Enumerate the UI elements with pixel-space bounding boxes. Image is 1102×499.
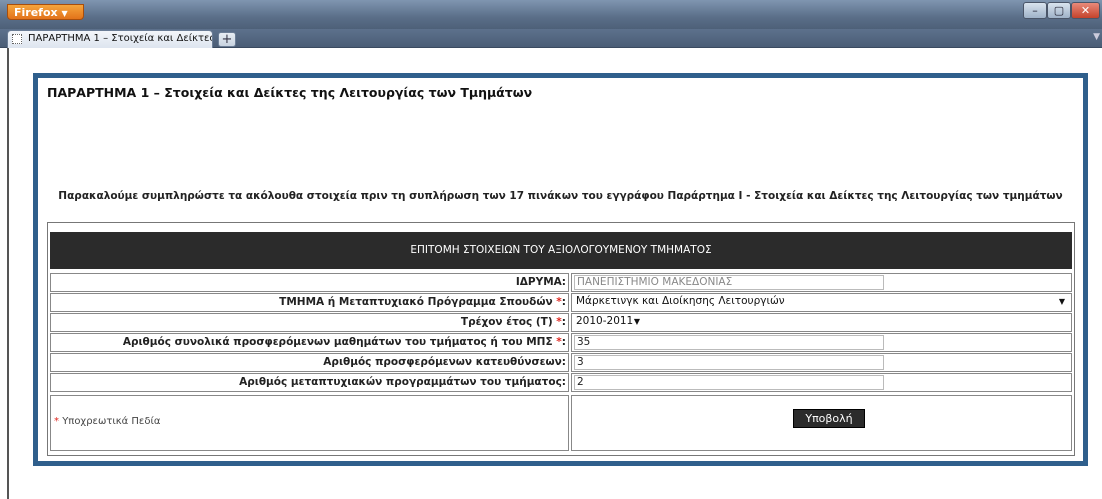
required-asterisk: * bbox=[54, 416, 59, 427]
close-window-button[interactable]: ✕ bbox=[1071, 2, 1100, 19]
firefox-menu-button[interactable]: Firefox ▼ bbox=[7, 4, 84, 20]
required-note: * Υποχρεωτικά Πεδία bbox=[50, 395, 569, 451]
submit-button[interactable]: Υποβολή bbox=[793, 409, 865, 428]
chevron-down-icon: ▼ bbox=[61, 9, 68, 18]
new-tab-button[interactable]: + bbox=[218, 32, 236, 47]
department-cell: Μάρκετινγκ και Διοίκησης Λειτουργιών ▼ bbox=[571, 293, 1072, 312]
courses-input[interactable]: 35 bbox=[574, 335, 884, 350]
plus-icon: + bbox=[221, 32, 233, 47]
tab-title: ΠΑΡΑΡΤΗΜΑ 1 – Στοιχεία και Δείκτες τ... bbox=[28, 33, 213, 44]
maximize-icon: ▢ bbox=[1053, 4, 1065, 17]
year-label-text: Τρέχον έτος (Τ) bbox=[460, 316, 553, 328]
page-frame: ΠΑΡΑΡΤΗΜΑ 1 – Στοιχεία και Δείκτες της Λ… bbox=[33, 73, 1088, 466]
label-colon: : bbox=[561, 316, 566, 328]
left-divider bbox=[7, 48, 9, 499]
label-colon: : bbox=[561, 336, 566, 348]
form-row-directions: Αριθμός προσφερόμενων κατευθύνσεων: 3 bbox=[50, 353, 1072, 372]
postgrad-label: Αριθμός μεταπτυχιακών προγραμμάτων του τ… bbox=[50, 373, 569, 392]
intro-text: Παρακαλούμε συμπληρώστε τα ακόλουθα στοι… bbox=[58, 190, 1063, 202]
institution-field: ΠΑΝΕΠΙΣΤΗΜΙΟ ΜΑΚΕΔΟΝΙΑΣ bbox=[574, 275, 884, 290]
form-table: ΕΠΙΤΟΜΗ ΣΤΟΙΧΕΙΩΝ ΤΟΥ ΑΞΙΟΛΟΓΟΥΜΕΝΟΥ ΤΜΗ… bbox=[47, 222, 1075, 456]
page-title: ΠΑΡΑΡΤΗΜΑ 1 – Στοιχεία και Δείκτες της Λ… bbox=[47, 85, 533, 100]
chevron-down-icon: ▼ bbox=[633, 317, 640, 326]
postgrad-cell: 2 bbox=[571, 373, 1072, 392]
page-panel: ΠΑΡΑΡΤΗΜΑ 1 – Στοιχεία και Δείκτες της Λ… bbox=[38, 78, 1083, 461]
department-label-text: ΤΜΗΜΑ ή Μεταπτυχιακό Πρόγραμμα Σπουδών bbox=[279, 296, 553, 308]
year-cell: 2010-2011 ▼ bbox=[571, 313, 1072, 332]
directions-label-text: Αριθμός προσφερόμενων κατευθύνσεων: bbox=[323, 356, 566, 368]
form-row-year: Τρέχον έτος (Τ) *: 2010-2011 ▼ bbox=[50, 313, 1072, 332]
required-note-text: Υποχρεωτικά Πεδία bbox=[62, 416, 161, 427]
courses-label: Αριθμός συνολικά προσφερόμενων μαθημάτων… bbox=[50, 333, 569, 352]
maximize-button[interactable]: ▢ bbox=[1047, 2, 1071, 19]
year-select-value: 2010-2011 bbox=[576, 315, 634, 327]
form-footer-row: * Υποχρεωτικά Πεδία Υποβολή bbox=[50, 395, 1072, 451]
tab-strip: ΠΑΡΑΡΤΗΜΑ 1 – Στοιχεία και Δείκτες τ... … bbox=[0, 29, 1102, 48]
postgrad-input[interactable]: 2 bbox=[574, 375, 884, 390]
minimize-icon: – bbox=[1032, 4, 1038, 17]
directions-label: Αριθμός προσφερόμενων κατευθύνσεων: bbox=[50, 353, 569, 372]
institution-cell: ΠΑΝΕΠΙΣΤΗΜΙΟ ΜΑΚΕΔΟΝΙΑΣ bbox=[571, 273, 1072, 292]
close-icon: ✕ bbox=[1080, 4, 1091, 17]
courses-label-text: Αριθμός συνολικά προσφερόμενων μαθημάτων… bbox=[122, 336, 553, 348]
firefox-menu-label: Firefox bbox=[14, 6, 58, 19]
directions-cell: 3 bbox=[571, 353, 1072, 372]
page-favicon-icon bbox=[12, 34, 22, 44]
form-header: ΕΠΙΤΟΜΗ ΣΤΟΙΧΕΙΩΝ ΤΟΥ ΑΞΙΟΛΟΓΟΥΜΕΝΟΥ ΤΜΗ… bbox=[50, 232, 1072, 269]
tab-active[interactable]: ΠΑΡΑΡΤΗΜΑ 1 – Στοιχεία και Δείκτες τ... bbox=[7, 30, 213, 48]
form-row-institution: ΙΔΡΥΜΑ: ΠΑΝΕΠΙΣΤΗΜΙΟ ΜΑΚΕΔΟΝΙΑΣ bbox=[50, 273, 1072, 292]
year-select[interactable]: 2010-2011 ▼ bbox=[574, 315, 644, 330]
year-label: Τρέχον έτος (Τ) *: bbox=[50, 313, 569, 332]
institution-label-text: ΙΔΡΥΜΑ: bbox=[515, 276, 566, 288]
postgrad-label-text: Αριθμός μεταπτυχιακών προγραμμάτων του τ… bbox=[239, 376, 566, 388]
window-titlebar: Firefox ▼ – ▢ ✕ bbox=[0, 0, 1102, 29]
courses-cell: 35 bbox=[571, 333, 1072, 352]
form-row-department: ΤΜΗΜΑ ή Μεταπτυχιακό Πρόγραμμα Σπουδών *… bbox=[50, 293, 1072, 312]
tab-list-arrow-icon[interactable]: ▼ bbox=[1093, 32, 1100, 42]
department-select[interactable]: Μάρκετινγκ και Διοίκησης Λειτουργιών ▼ bbox=[574, 295, 1069, 310]
minimize-button[interactable]: – bbox=[1023, 2, 1047, 19]
form-row-courses: Αριθμός συνολικά προσφερόμενων μαθημάτων… bbox=[50, 333, 1072, 352]
submit-cell: Υποβολή bbox=[571, 395, 1072, 451]
form-row-postgrad: Αριθμός μεταπτυχιακών προγραμμάτων του τ… bbox=[50, 373, 1072, 392]
department-select-value: Μάρκετινγκ και Διοίκησης Λειτουργιών bbox=[576, 295, 785, 307]
directions-input[interactable]: 3 bbox=[574, 355, 884, 370]
department-label: ΤΜΗΜΑ ή Μεταπτυχιακό Πρόγραμμα Σπουδών *… bbox=[50, 293, 569, 312]
chevron-down-icon: ▼ bbox=[1058, 297, 1065, 306]
institution-label: ΙΔΡΥΜΑ: bbox=[50, 273, 569, 292]
label-colon: : bbox=[561, 296, 566, 308]
